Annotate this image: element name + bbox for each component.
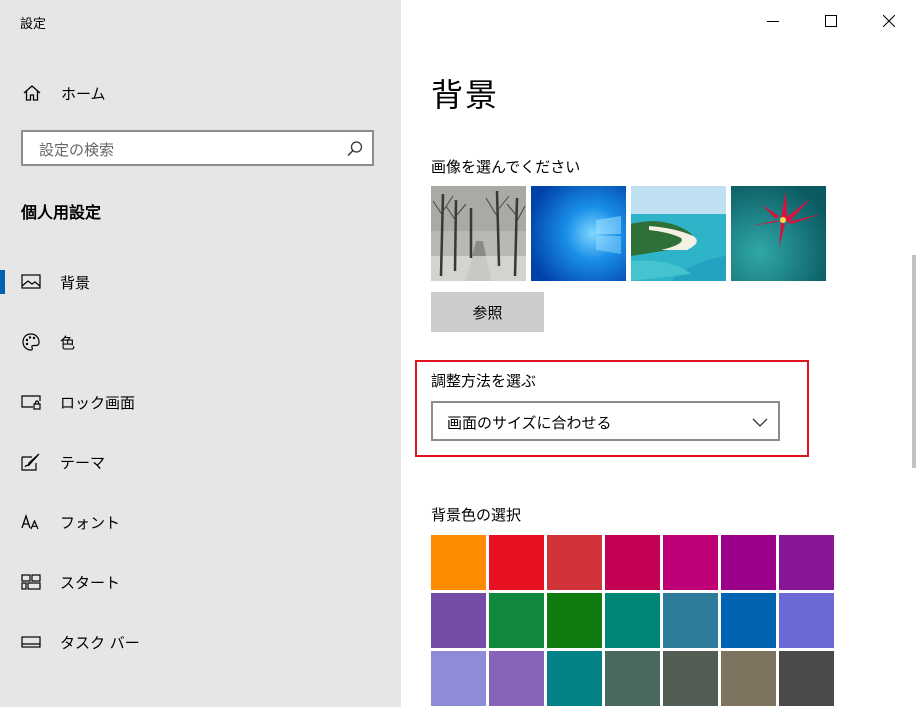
lock-screen-icon <box>20 391 42 413</box>
start-icon <box>20 571 42 593</box>
sidebar-item-color[interactable]: 色 <box>0 318 401 366</box>
color-swatch[interactable] <box>547 593 602 648</box>
color-swatch[interactable] <box>489 651 544 706</box>
sidebar: 設定 ホーム 個人用設定 背景 色 ロック画面 テーマ <box>0 0 401 707</box>
chevron-down-icon <box>752 414 768 428</box>
picture-red-flower[interactable] <box>731 186 826 281</box>
taskbar-icon <box>20 631 42 653</box>
sidebar-item-label: テーマ <box>60 453 106 472</box>
browse-button[interactable]: 参照 <box>431 292 544 332</box>
color-swatch[interactable] <box>721 651 776 706</box>
section-title: 個人用設定 <box>21 203 102 222</box>
image-icon <box>20 271 42 293</box>
color-swatch[interactable] <box>547 651 602 706</box>
minimize-icon <box>767 21 779 22</box>
background-color-label: 背景色の選択 <box>431 506 522 524</box>
search-input[interactable] <box>37 139 341 161</box>
picture-winter-trees[interactable] <box>431 186 526 281</box>
theme-icon <box>20 451 42 473</box>
maximize-button[interactable] <box>808 0 854 42</box>
color-swatch[interactable] <box>779 651 834 706</box>
choose-picture-label: 画像を選んでください <box>431 158 581 176</box>
sidebar-item-label: タスク バー <box>60 633 140 652</box>
scrollbar[interactable] <box>912 255 916 468</box>
sidebar-item-background[interactable]: 背景 <box>0 258 401 306</box>
color-swatch[interactable] <box>605 651 660 706</box>
color-swatch[interactable] <box>431 535 486 590</box>
sidebar-item-label: フォント <box>60 513 121 532</box>
fit-label: 調整方法を選ぶ <box>431 372 537 390</box>
color-swatch[interactable] <box>721 593 776 648</box>
maximize-icon <box>825 15 837 27</box>
color-swatch-grid <box>431 535 837 706</box>
picture-windows-blue[interactable] <box>531 186 626 281</box>
color-swatch[interactable] <box>779 593 834 648</box>
home-label: ホーム <box>61 84 106 103</box>
sidebar-item-label: ロック画面 <box>60 393 136 412</box>
sidebar-item-font[interactable]: フォント <box>0 498 401 546</box>
sidebar-item-start[interactable]: スタート <box>0 558 401 606</box>
color-swatch[interactable] <box>431 593 486 648</box>
color-swatch[interactable] <box>663 651 718 706</box>
sidebar-item-label: 背景 <box>60 273 91 292</box>
color-swatch[interactable] <box>605 535 660 590</box>
sidebar-item-theme[interactable]: テーマ <box>0 438 401 486</box>
sidebar-item-label: スタート <box>60 573 121 592</box>
picture-list <box>431 186 826 281</box>
color-swatch[interactable] <box>605 593 660 648</box>
fit-dropdown-value: 画面のサイズに合わせる <box>447 414 612 432</box>
sidebar-item-label: 色 <box>60 333 76 352</box>
fit-dropdown[interactable]: 画面のサイズに合わせる <box>431 401 780 441</box>
color-swatch[interactable] <box>489 535 544 590</box>
sidebar-item-lock-screen[interactable]: ロック画面 <box>0 378 401 426</box>
sidebar-item-taskbar[interactable]: タスク バー <box>0 618 401 666</box>
close-button[interactable] <box>866 0 912 42</box>
color-swatch[interactable] <box>721 535 776 590</box>
home-icon <box>21 82 43 104</box>
color-swatch[interactable] <box>489 593 544 648</box>
app-title: 設定 <box>20 17 47 32</box>
home-link[interactable]: ホーム <box>0 72 401 114</box>
color-swatch[interactable] <box>663 593 718 648</box>
font-icon <box>20 511 42 533</box>
close-icon <box>883 15 895 27</box>
minimize-button[interactable] <box>750 0 796 42</box>
color-swatch[interactable] <box>547 535 602 590</box>
color-swatch[interactable] <box>431 651 486 706</box>
page-title: 背景 <box>431 76 500 114</box>
color-swatch[interactable] <box>663 535 718 590</box>
color-swatch[interactable] <box>779 535 834 590</box>
search-box[interactable] <box>21 130 374 166</box>
picture-tropical-beach[interactable] <box>631 186 726 281</box>
palette-icon <box>20 331 42 353</box>
search-icon[interactable] <box>346 140 364 158</box>
